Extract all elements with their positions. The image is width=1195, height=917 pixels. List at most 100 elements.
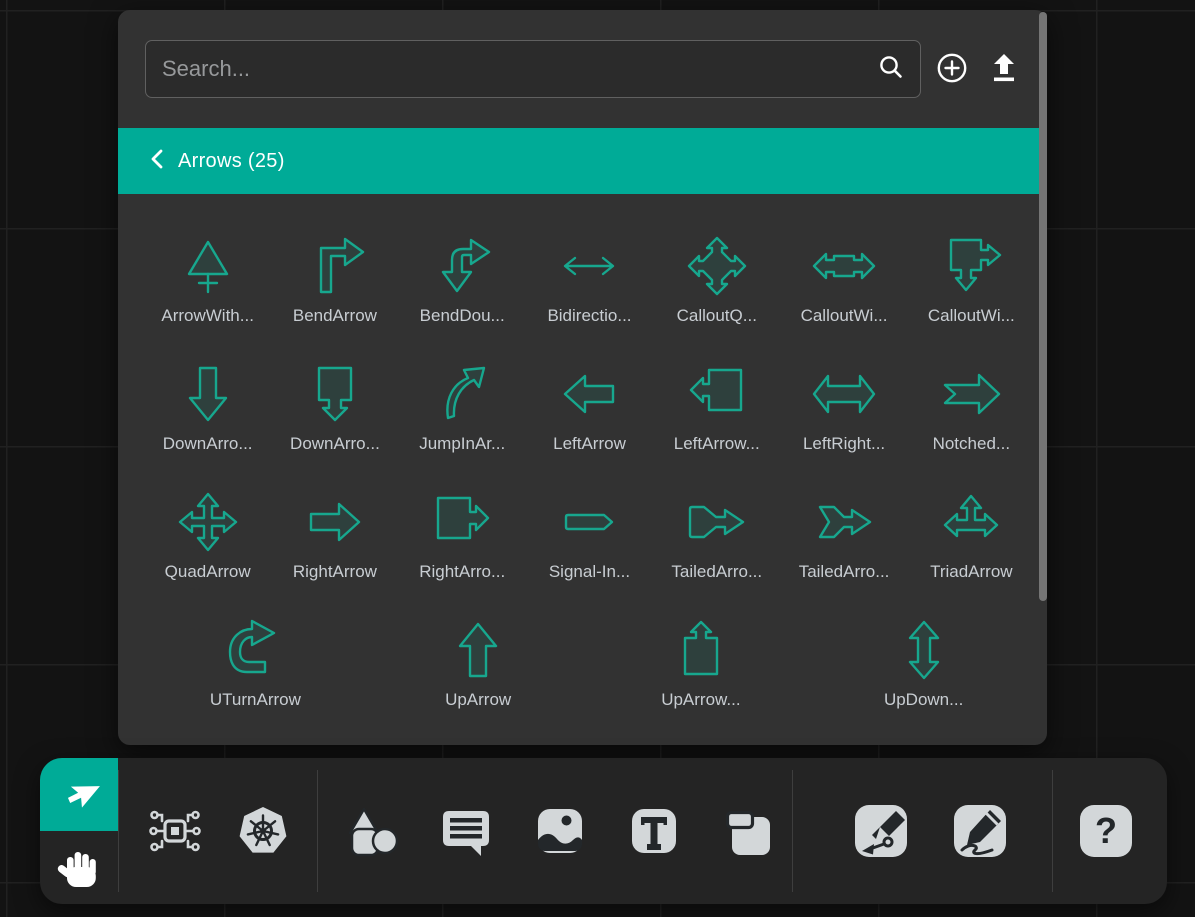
hand-icon	[52, 841, 106, 895]
circuit-chip-icon	[148, 804, 202, 858]
shape-label: Signal-In...	[549, 562, 630, 582]
shape-label: JumpInAr...	[419, 434, 505, 454]
shape-label: Bidirectio...	[547, 306, 631, 326]
image-tool[interactable]	[532, 803, 588, 859]
right-arrow-callout-icon	[426, 486, 498, 558]
toolbar-group-1	[119, 758, 317, 904]
shape-item-down-arrow[interactable]: DownArro...	[148, 358, 268, 486]
right-arrow-icon	[299, 486, 371, 558]
shape-item-bidirectional-arrow[interactable]: Bidirectio...	[529, 230, 649, 358]
shape-label: QuadArrow	[165, 562, 251, 582]
shape-label: UpDown...	[884, 690, 963, 710]
pen-arrow-icon	[854, 804, 908, 858]
connector-pen-tool[interactable]	[853, 803, 909, 859]
shape-label: TailedArro...	[671, 562, 762, 582]
shape-label: UpArrow...	[661, 690, 740, 710]
shape-label: LeftArrow...	[674, 434, 760, 454]
shape-label: DownArro...	[163, 434, 253, 454]
shape-label: UTurnArrow	[210, 690, 301, 710]
shape-label: CalloutQ...	[677, 306, 757, 326]
text-tool[interactable]	[626, 803, 682, 859]
shape-item-tailed-arrow[interactable]: TailedArro...	[657, 486, 777, 614]
up-arrow-callout-icon	[665, 614, 737, 686]
scrollbar-thumb[interactable]	[1039, 12, 1047, 601]
shape-item-left-arrow[interactable]: LeftArrow	[529, 358, 649, 486]
shape-item-u-turn-arrow[interactable]: UTurnArrow	[195, 614, 315, 742]
shape-item-bend-double-arrow[interactable]: BendDou...	[402, 230, 522, 358]
shape-label: BendArrow	[293, 306, 377, 326]
shape-label: BendDou...	[420, 306, 505, 326]
shape-label: UpArrow	[445, 690, 511, 710]
bidirectional-arrow-icon	[553, 230, 625, 302]
shape-item-right-arrow-callout[interactable]: RightArro...	[402, 486, 522, 614]
shape-item-up-arrow[interactable]: UpArrow	[418, 614, 538, 742]
jump-in-arrow-icon	[426, 358, 498, 430]
shape-item-triad-arrow[interactable]: TriadArrow	[911, 486, 1031, 614]
card-tool[interactable]	[720, 803, 776, 859]
shape-item-down-arrow-callout[interactable]: DownArro...	[275, 358, 395, 486]
help-button[interactable]: ?	[1078, 803, 1134, 859]
upload-shape-button[interactable]	[986, 51, 1022, 87]
infrastructure-shapes-tool[interactable]	[147, 803, 203, 859]
shape-item-callout-quad-arrow[interactable]: CalloutQ...	[657, 230, 777, 358]
category-title: Arrows (25)	[178, 150, 285, 173]
canvas[interactable]: Arrows (25) ArrowWith... BendArrow BendD…	[0, 0, 1195, 917]
up-down-arrow-icon	[888, 614, 960, 686]
triad-arrow-icon	[935, 486, 1007, 558]
shape-row: DownArro... DownArro... JumpInAr... Left…	[144, 358, 1035, 486]
shape-item-callout-right-down-arrow[interactable]: CalloutWi...	[911, 230, 1031, 358]
shape-label: CalloutWi...	[928, 306, 1015, 326]
arrow-with-tail-icon	[172, 230, 244, 302]
shape-label: LeftRight...	[803, 434, 885, 454]
shape-label: TailedArro...	[799, 562, 890, 582]
card-icon	[721, 804, 775, 858]
shape-label: DownArro...	[290, 434, 380, 454]
shape-item-left-arrow-callout[interactable]: LeftArrow...	[657, 358, 777, 486]
u-turn-arrow-icon	[219, 614, 291, 686]
help-icon: ?	[1079, 804, 1133, 858]
shape-label: RightArro...	[419, 562, 505, 582]
shape-item-quad-arrow[interactable]: QuadArrow	[148, 486, 268, 614]
shape-grid: ArrowWith... BendArrow BendDou... Bidire…	[118, 194, 1047, 745]
comment-icon	[439, 804, 493, 858]
kubernetes-shapes-tool[interactable]	[235, 803, 291, 859]
select-tool-button[interactable]	[40, 758, 118, 831]
tailed-arrow-icon	[681, 486, 753, 558]
search-input[interactable]	[162, 56, 878, 82]
plus-circle-icon	[936, 52, 968, 87]
shape-item-up-down-arrow[interactable]: UpDown...	[864, 614, 984, 742]
freehand-draw-tool[interactable]	[952, 803, 1008, 859]
upload-icon	[990, 53, 1018, 86]
shape-label: ArrowWith...	[161, 306, 254, 326]
shapes-icon	[345, 804, 399, 858]
shape-item-arrow-with-tail[interactable]: ArrowWith...	[148, 230, 268, 358]
svg-text:?: ?	[1095, 810, 1117, 851]
shape-item-left-right-arrow[interactable]: LeftRight...	[784, 358, 904, 486]
comment-tool[interactable]	[438, 803, 494, 859]
category-header[interactable]: Arrows (25)	[118, 128, 1047, 194]
add-shape-button[interactable]	[934, 51, 970, 87]
shape-label: LeftArrow	[553, 434, 626, 454]
library-toolbar	[118, 10, 1047, 128]
shape-item-notched-right-arrow[interactable]: Notched...	[911, 358, 1031, 486]
shape-item-tailed-arrow-2[interactable]: TailedArro...	[784, 486, 904, 614]
shape-item-right-arrow[interactable]: RightArrow	[275, 486, 395, 614]
shape-item-jump-in-arrow[interactable]: JumpInAr...	[402, 358, 522, 486]
shape-item-up-arrow-callout[interactable]: UpArrow...	[641, 614, 761, 742]
down-arrow-callout-icon	[299, 358, 371, 430]
tailed-arrow-2-icon	[808, 486, 880, 558]
search-box[interactable]	[145, 40, 921, 98]
callout-quad-arrow-icon	[681, 230, 753, 302]
shape-item-bend-arrow[interactable]: BendArrow	[275, 230, 395, 358]
shape-row: QuadArrow RightArrow RightArro... Signal…	[144, 486, 1035, 614]
shape-label: TriadArrow	[930, 562, 1013, 582]
shape-row: ArrowWith... BendArrow BendDou... Bidire…	[144, 230, 1035, 358]
tool-mode-column	[40, 758, 118, 904]
shape-item-signal-in[interactable]: Signal-In...	[529, 486, 649, 614]
shapes-tool[interactable]	[344, 803, 400, 859]
bend-arrow-icon	[299, 230, 371, 302]
pan-tool-button[interactable]	[40, 831, 118, 904]
shape-item-callout-left-right-arrow[interactable]: CalloutWi...	[784, 230, 904, 358]
bottom-toolbar: ?	[40, 758, 1167, 904]
shape-label: Notched...	[933, 434, 1011, 454]
